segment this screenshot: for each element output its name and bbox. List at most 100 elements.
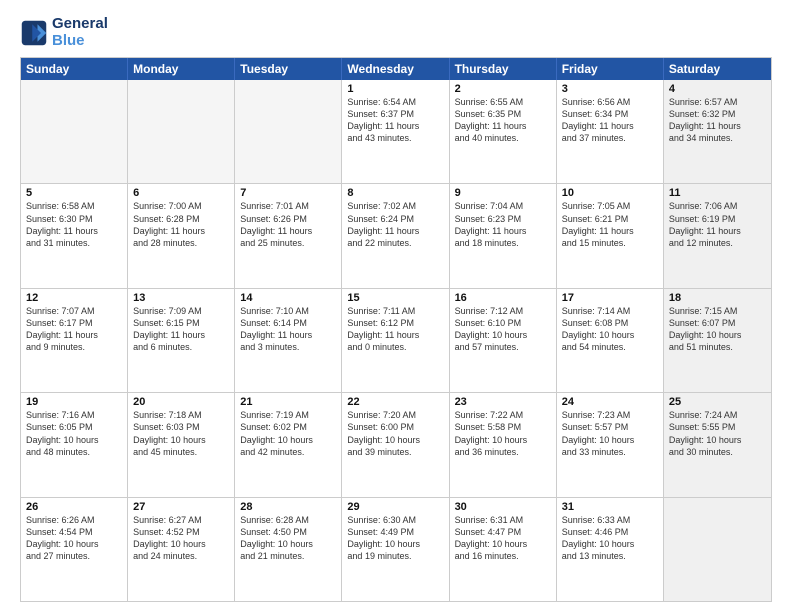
day-number: 30 [455,501,551,513]
day-info: Sunrise: 6:27 AM Sunset: 4:52 PM Dayligh… [133,514,229,563]
day-info: Sunrise: 6:57 AM Sunset: 6:32 PM Dayligh… [669,96,766,145]
day-cell-13: 13Sunrise: 7:09 AM Sunset: 6:15 PM Dayli… [128,289,235,392]
day-info: Sunrise: 7:19 AM Sunset: 6:02 PM Dayligh… [240,409,336,458]
day-info: Sunrise: 7:22 AM Sunset: 5:58 PM Dayligh… [455,409,551,458]
day-number: 27 [133,501,229,513]
day-info: Sunrise: 7:05 AM Sunset: 6:21 PM Dayligh… [562,200,658,249]
day-number: 10 [562,187,658,199]
day-number: 13 [133,292,229,304]
day-number: 24 [562,396,658,408]
day-cell-25: 25Sunrise: 7:24 AM Sunset: 5:55 PM Dayli… [664,393,771,496]
day-info: Sunrise: 6:58 AM Sunset: 6:30 PM Dayligh… [26,200,122,249]
day-cell-23: 23Sunrise: 7:22 AM Sunset: 5:58 PM Dayli… [450,393,557,496]
day-info: Sunrise: 7:06 AM Sunset: 6:19 PM Dayligh… [669,200,766,249]
header-day-thursday: Thursday [450,58,557,80]
header-day-monday: Monday [128,58,235,80]
day-number: 19 [26,396,122,408]
day-cell-15: 15Sunrise: 7:11 AM Sunset: 6:12 PM Dayli… [342,289,449,392]
day-cell-31: 31Sunrise: 6:33 AM Sunset: 4:46 PM Dayli… [557,498,664,601]
day-info: Sunrise: 7:02 AM Sunset: 6:24 PM Dayligh… [347,200,443,249]
day-number: 14 [240,292,336,304]
day-cell-16: 16Sunrise: 7:12 AM Sunset: 6:10 PM Dayli… [450,289,557,392]
header-day-tuesday: Tuesday [235,58,342,80]
header-day-wednesday: Wednesday [342,58,449,80]
day-cell-29: 29Sunrise: 6:30 AM Sunset: 4:49 PM Dayli… [342,498,449,601]
calendar-row-3: 19Sunrise: 7:16 AM Sunset: 6:05 PM Dayli… [21,392,771,496]
logo-icon [20,19,48,47]
logo: General Blue [20,16,108,49]
day-cell-14: 14Sunrise: 7:10 AM Sunset: 6:14 PM Dayli… [235,289,342,392]
day-cell-19: 19Sunrise: 7:16 AM Sunset: 6:05 PM Dayli… [21,393,128,496]
day-cell-7: 7Sunrise: 7:01 AM Sunset: 6:26 PM Daylig… [235,184,342,287]
day-number: 12 [26,292,122,304]
calendar-row-0: 1Sunrise: 6:54 AM Sunset: 6:37 PM Daylig… [21,80,771,183]
day-number: 20 [133,396,229,408]
day-info: Sunrise: 6:28 AM Sunset: 4:50 PM Dayligh… [240,514,336,563]
day-cell-11: 11Sunrise: 7:06 AM Sunset: 6:19 PM Dayli… [664,184,771,287]
empty-cell-0-2 [235,80,342,183]
empty-cell-4-6 [664,498,771,601]
empty-cell-0-1 [128,80,235,183]
day-number: 16 [455,292,551,304]
logo-text: General Blue [52,16,108,49]
day-info: Sunrise: 6:56 AM Sunset: 6:34 PM Dayligh… [562,96,658,145]
day-cell-20: 20Sunrise: 7:18 AM Sunset: 6:03 PM Dayli… [128,393,235,496]
day-info: Sunrise: 7:18 AM Sunset: 6:03 PM Dayligh… [133,409,229,458]
day-cell-8: 8Sunrise: 7:02 AM Sunset: 6:24 PM Daylig… [342,184,449,287]
day-cell-5: 5Sunrise: 6:58 AM Sunset: 6:30 PM Daylig… [21,184,128,287]
day-info: Sunrise: 7:07 AM Sunset: 6:17 PM Dayligh… [26,305,122,354]
day-number: 6 [133,187,229,199]
day-info: Sunrise: 7:20 AM Sunset: 6:00 PM Dayligh… [347,409,443,458]
day-cell-12: 12Sunrise: 7:07 AM Sunset: 6:17 PM Dayli… [21,289,128,392]
header-day-friday: Friday [557,58,664,80]
day-cell-18: 18Sunrise: 7:15 AM Sunset: 6:07 PM Dayli… [664,289,771,392]
day-info: Sunrise: 7:24 AM Sunset: 5:55 PM Dayligh… [669,409,766,458]
day-cell-3: 3Sunrise: 6:56 AM Sunset: 6:34 PM Daylig… [557,80,664,183]
day-cell-4: 4Sunrise: 6:57 AM Sunset: 6:32 PM Daylig… [664,80,771,183]
page: General Blue SundayMondayTuesdayWednesda… [0,0,792,612]
day-cell-30: 30Sunrise: 6:31 AM Sunset: 4:47 PM Dayli… [450,498,557,601]
day-cell-22: 22Sunrise: 7:20 AM Sunset: 6:00 PM Dayli… [342,393,449,496]
day-cell-28: 28Sunrise: 6:28 AM Sunset: 4:50 PM Dayli… [235,498,342,601]
day-info: Sunrise: 7:14 AM Sunset: 6:08 PM Dayligh… [562,305,658,354]
day-info: Sunrise: 7:23 AM Sunset: 5:57 PM Dayligh… [562,409,658,458]
calendar-row-2: 12Sunrise: 7:07 AM Sunset: 6:17 PM Dayli… [21,288,771,392]
day-cell-9: 9Sunrise: 7:04 AM Sunset: 6:23 PM Daylig… [450,184,557,287]
day-info: Sunrise: 6:54 AM Sunset: 6:37 PM Dayligh… [347,96,443,145]
day-cell-2: 2Sunrise: 6:55 AM Sunset: 6:35 PM Daylig… [450,80,557,183]
day-cell-6: 6Sunrise: 7:00 AM Sunset: 6:28 PM Daylig… [128,184,235,287]
day-number: 11 [669,187,766,199]
day-number: 2 [455,83,551,95]
day-info: Sunrise: 6:31 AM Sunset: 4:47 PM Dayligh… [455,514,551,563]
day-number: 5 [26,187,122,199]
day-number: 1 [347,83,443,95]
calendar-row-1: 5Sunrise: 6:58 AM Sunset: 6:30 PM Daylig… [21,183,771,287]
day-number: 18 [669,292,766,304]
day-number: 3 [562,83,658,95]
day-cell-26: 26Sunrise: 6:26 AM Sunset: 4:54 PM Dayli… [21,498,128,601]
day-info: Sunrise: 6:55 AM Sunset: 6:35 PM Dayligh… [455,96,551,145]
day-info: Sunrise: 7:04 AM Sunset: 6:23 PM Dayligh… [455,200,551,249]
day-number: 25 [669,396,766,408]
day-number: 8 [347,187,443,199]
day-number: 15 [347,292,443,304]
day-number: 7 [240,187,336,199]
day-number: 9 [455,187,551,199]
day-cell-21: 21Sunrise: 7:19 AM Sunset: 6:02 PM Dayli… [235,393,342,496]
calendar-body: 1Sunrise: 6:54 AM Sunset: 6:37 PM Daylig… [21,80,771,601]
day-number: 23 [455,396,551,408]
day-info: Sunrise: 7:15 AM Sunset: 6:07 PM Dayligh… [669,305,766,354]
calendar-row-4: 26Sunrise: 6:26 AM Sunset: 4:54 PM Dayli… [21,497,771,601]
day-cell-27: 27Sunrise: 6:27 AM Sunset: 4:52 PM Dayli… [128,498,235,601]
day-number: 4 [669,83,766,95]
day-info: Sunrise: 6:33 AM Sunset: 4:46 PM Dayligh… [562,514,658,563]
day-info: Sunrise: 7:09 AM Sunset: 6:15 PM Dayligh… [133,305,229,354]
day-info: Sunrise: 7:01 AM Sunset: 6:26 PM Dayligh… [240,200,336,249]
header-day-saturday: Saturday [664,58,771,80]
day-info: Sunrise: 7:16 AM Sunset: 6:05 PM Dayligh… [26,409,122,458]
day-cell-24: 24Sunrise: 7:23 AM Sunset: 5:57 PM Dayli… [557,393,664,496]
calendar-header: SundayMondayTuesdayWednesdayThursdayFrid… [21,58,771,80]
day-number: 22 [347,396,443,408]
day-info: Sunrise: 6:30 AM Sunset: 4:49 PM Dayligh… [347,514,443,563]
day-cell-17: 17Sunrise: 7:14 AM Sunset: 6:08 PM Dayli… [557,289,664,392]
